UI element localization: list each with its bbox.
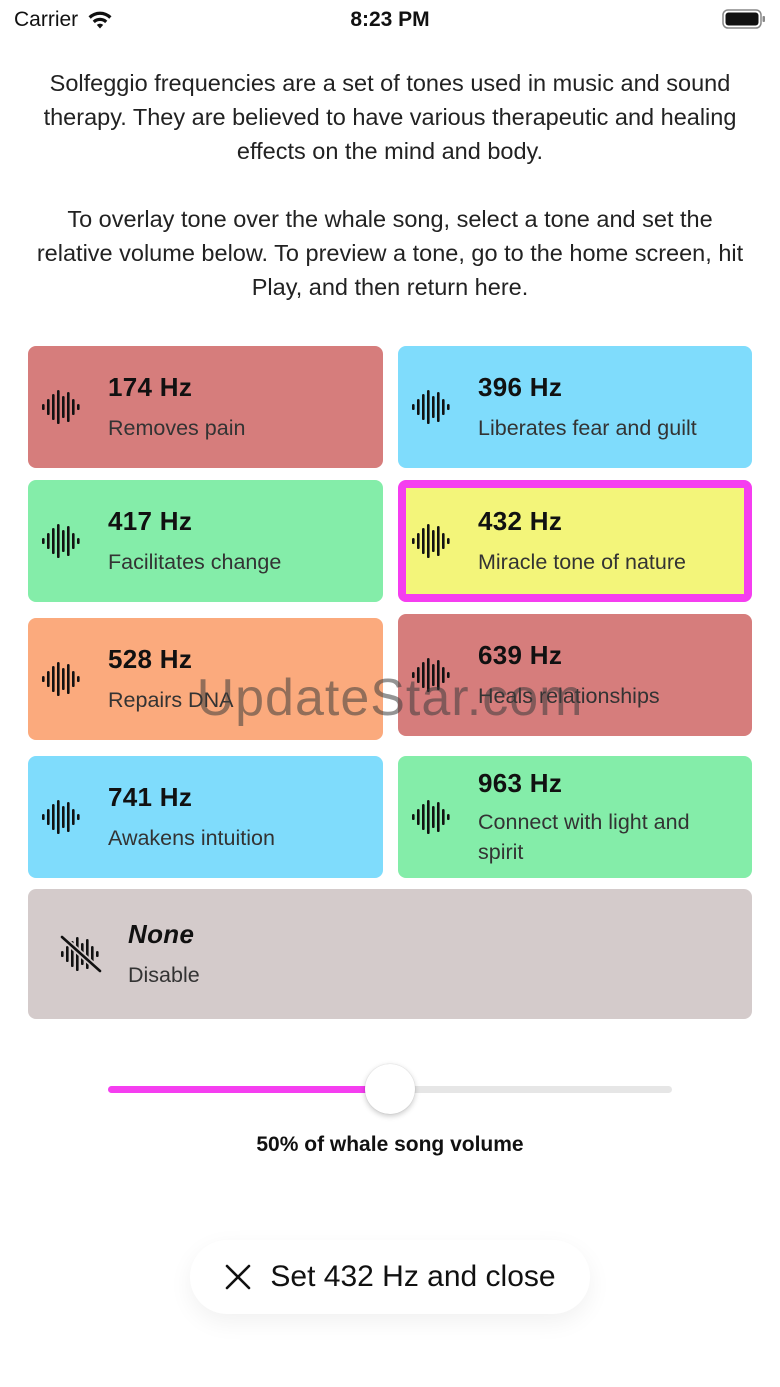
tone-tile-528[interactable]: 528 Hz Repairs DNA [28,618,383,740]
volume-slider[interactable] [108,1064,672,1116]
status-time: 8:23 PM [350,8,430,31]
set-and-close-label: Set 432 Hz and close [270,1260,556,1293]
tone-frequency: 417 Hz [108,506,193,536]
tone-description: Connect with light and spirit [478,810,690,864]
tone-description: Miracle tone of nature [478,550,686,574]
tone-description: Removes pain [108,416,246,440]
intro-text: Solfeggio frequencies are a set of tones… [30,66,750,304]
tone-description: Facilitates change [108,550,282,574]
waveform-icon [42,662,80,696]
tone-description: Liberates fear and guilt [478,416,697,440]
tone-description: Awakens intuition [108,826,275,850]
waveform-icon [412,800,450,834]
tone-tile-417[interactable]: 417 Hz Facilitates change [28,480,383,602]
intro-paragraph-2: To overlay tone over the whale song, sel… [36,206,744,300]
tone-frequency: 963 Hz [478,768,563,798]
none-title: None [128,919,195,949]
waveform-icon [412,390,450,424]
close-icon [226,1264,251,1290]
waveform-icon [42,390,80,424]
tone-frequency: 741 Hz [108,782,193,812]
waveform-icon [42,800,80,834]
status-bar: Carrier 8:23 PM [0,0,780,40]
tone-frequency: 432 Hz [478,506,563,536]
tone-tile-396[interactable]: 396 Hz Liberates fear and guilt [398,346,752,468]
tone-frequency: 174 Hz [108,372,193,402]
none-description: Disable [128,963,200,987]
tone-tile-741[interactable]: 741 Hz Awakens intuition [28,756,383,878]
tone-tile-639[interactable]: 639 Hz Heals relationships [398,614,752,736]
waveform-icon [412,524,450,558]
tone-tile-963[interactable]: 963 Hz Connect with light and spirit [398,756,752,878]
waveform-slash-icon [59,934,102,974]
battery-icon [722,9,765,29]
set-and-close-button[interactable]: Set 432 Hz and close [190,1240,590,1314]
slider-thumb[interactable] [365,1064,415,1114]
slider-fill [108,1086,390,1093]
tone-frequency: 639 Hz [478,640,563,670]
tone-tile-432-selected[interactable]: 432 Hz Miracle tone of nature [398,480,752,602]
tone-tile-174[interactable]: 174 Hz Removes pain [28,346,383,468]
intro-paragraph-1: Solfeggio frequencies are a set of tones… [43,70,737,164]
tone-frequency: 528 Hz [108,644,193,674]
tone-tile-none[interactable]: None Disable [28,889,752,1019]
tone-description: Repairs DNA [108,688,234,712]
tone-description: Heals relationships [478,684,660,708]
waveform-icon [42,524,80,558]
waveform-icon [412,658,450,692]
volume-label: 50% of whale song volume [256,1133,524,1156]
tone-frequency: 396 Hz [478,372,563,402]
